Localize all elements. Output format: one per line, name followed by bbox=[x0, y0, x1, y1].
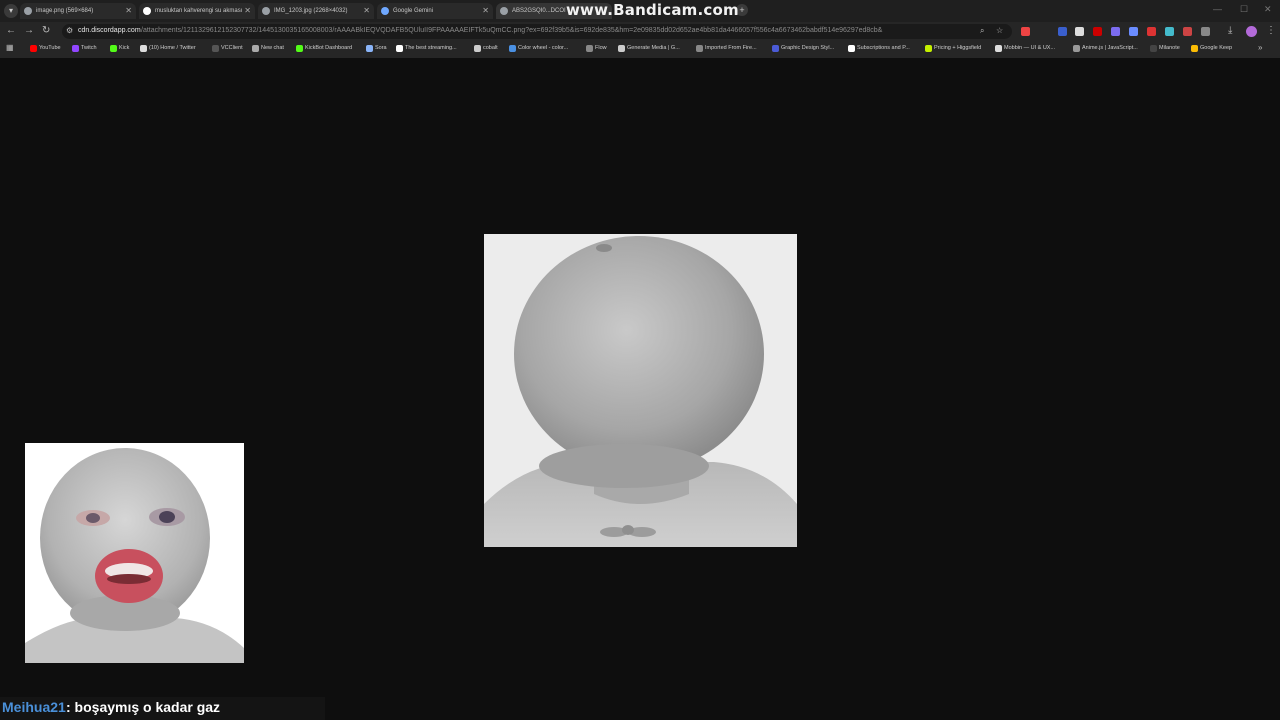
kick-icon bbox=[110, 45, 117, 52]
bookmark-item[interactable]: Mobbin — UI & UX... bbox=[995, 45, 1055, 52]
extension-icon[interactable] bbox=[1129, 27, 1138, 36]
bookmark-item[interactable]: Google Keep bbox=[1191, 45, 1232, 52]
design-icon bbox=[772, 45, 779, 52]
menu-kebab-icon[interactable]: ⋮ bbox=[1266, 25, 1276, 36]
google-keep-icon bbox=[1191, 45, 1198, 52]
chat-message-text: : boşaymış o kadar gaz bbox=[66, 699, 221, 715]
chat-icon bbox=[252, 45, 259, 52]
extension-icon[interactable] bbox=[1165, 27, 1174, 36]
subscriptions-icon bbox=[848, 45, 855, 52]
tab-title: image.png (569×684) bbox=[36, 8, 94, 14]
gemini-icon bbox=[381, 7, 389, 15]
bookmark-item[interactable]: VCClient bbox=[212, 45, 243, 52]
site-info-icon[interactable]: ⚙ bbox=[66, 26, 73, 35]
bookmark-star-icon[interactable]: ☆ bbox=[996, 26, 1003, 35]
bookmark-item[interactable]: Milanote bbox=[1150, 45, 1180, 52]
apps-grid-icon[interactable]: ▦ bbox=[6, 43, 14, 52]
bookmark-item[interactable]: Imported From Fire... bbox=[696, 45, 757, 52]
browser-toolbar: ← → ↻ ⚙ cdn.discordapp.com /attachments/… bbox=[0, 22, 1280, 41]
youtube-icon bbox=[30, 45, 37, 52]
bookmark-item[interactable]: Graphic Design Styl... bbox=[772, 45, 834, 52]
bookmark-item[interactable]: (10) Home / Twitter bbox=[140, 45, 196, 52]
bookmark-item[interactable]: New chat bbox=[252, 45, 284, 52]
extension-icon[interactable] bbox=[1021, 27, 1030, 36]
address-bar[interactable]: ⚙ cdn.discordapp.com /attachments/121132… bbox=[62, 24, 1012, 39]
bookmark-item[interactable]: Pricing + Higgsfield bbox=[925, 45, 981, 52]
browser-tab[interactable]: Google Gemini ✕ bbox=[377, 3, 493, 19]
close-tab-icon[interactable]: ✕ bbox=[244, 3, 251, 19]
reload-icon[interactable]: ↻ bbox=[42, 25, 50, 36]
browser-tab[interactable]: image.png (569×684) ✕ bbox=[20, 3, 136, 19]
milanote-icon bbox=[1150, 45, 1157, 52]
extension-icon[interactable] bbox=[1058, 27, 1067, 36]
globe-icon bbox=[24, 7, 32, 15]
tab-title: IMG_1203.jpg (2268×4032) bbox=[274, 8, 348, 14]
folder-icon bbox=[696, 45, 703, 52]
bookmark-item[interactable]: Twitch bbox=[72, 45, 97, 52]
url-host: cdn.discordapp.com bbox=[78, 27, 141, 34]
more-bookmarks-icon[interactable]: » bbox=[1258, 43, 1262, 52]
extension-icon[interactable] bbox=[1111, 27, 1120, 36]
back-icon[interactable]: ← bbox=[6, 25, 16, 36]
extension-icon[interactable] bbox=[1075, 27, 1084, 36]
color-wheel-icon bbox=[509, 45, 516, 52]
kickbot-icon bbox=[296, 45, 303, 52]
bookmarks-bar: ▦ YouTube Twitch Kick (10) Home / Twitte… bbox=[0, 41, 1280, 58]
cobalt-icon bbox=[474, 45, 481, 52]
sora-icon bbox=[366, 45, 373, 52]
animejs-icon bbox=[1073, 45, 1080, 52]
twitch-icon bbox=[72, 45, 79, 52]
tab-title: Google Gemini bbox=[393, 8, 434, 14]
bookmark-item[interactable]: The best streaming... bbox=[396, 45, 457, 52]
stream-chat-message: Meihua21 : boşaymış o kadar gaz bbox=[0, 697, 325, 720]
close-tab-icon[interactable]: ✕ bbox=[125, 3, 132, 19]
browser-tab[interactable]: musluktan kahverengi su akması ✕ bbox=[139, 3, 255, 19]
globe-icon bbox=[212, 45, 219, 52]
folder-icon bbox=[586, 45, 593, 52]
bookmark-item[interactable]: KickBot Dashboard bbox=[296, 45, 352, 52]
extension-icon[interactable] bbox=[1147, 27, 1156, 36]
extension-icon[interactable] bbox=[1183, 27, 1192, 36]
bookmark-item[interactable]: YouTube bbox=[30, 45, 61, 52]
globe-icon bbox=[262, 7, 270, 15]
bookmark-item[interactable]: Anime.js | JavaScript... bbox=[1073, 45, 1138, 52]
mobbin-icon bbox=[995, 45, 1002, 52]
bookmark-item[interactable]: Color wheel - color... bbox=[509, 45, 568, 52]
recording-watermark: www.Bandicam.com bbox=[566, 1, 739, 19]
download-icon[interactable]: ⤓ bbox=[1228, 25, 1232, 36]
x-icon bbox=[140, 45, 147, 52]
close-window-icon[interactable]: ✕ bbox=[1264, 4, 1272, 15]
profile-avatar[interactable] bbox=[1246, 26, 1257, 37]
bookmark-item[interactable]: Kick bbox=[110, 45, 129, 52]
chat-username: Meihua21 bbox=[2, 699, 66, 715]
google-icon bbox=[143, 7, 151, 15]
globe-icon bbox=[500, 7, 508, 15]
zoom-icon[interactable]: ⌕ bbox=[980, 26, 984, 36]
browser-tab[interactable]: IMG_1203.jpg (2268×4032) ✕ bbox=[258, 3, 374, 19]
bookmark-item[interactable]: Flow bbox=[586, 45, 607, 52]
bookmark-item[interactable]: cobalt bbox=[474, 45, 498, 52]
webcam-overlay bbox=[25, 443, 244, 663]
close-tab-icon[interactable]: ✕ bbox=[482, 3, 489, 19]
bookmark-item[interactable]: Subscriptions and P... bbox=[848, 45, 910, 52]
tab-title: musluktan kahverengi su akması bbox=[155, 8, 243, 14]
tab-search-button[interactable]: ▾ bbox=[4, 4, 18, 18]
media-icon bbox=[618, 45, 625, 52]
tab-title: ABS2GSQI0...DCOI bbox=[512, 8, 566, 14]
forward-icon[interactable]: → bbox=[24, 25, 34, 36]
diamond-icon bbox=[396, 45, 403, 52]
close-tab-icon[interactable]: ✕ bbox=[363, 3, 370, 19]
minimize-icon[interactable]: — bbox=[1213, 4, 1222, 14]
displayed-image[interactable] bbox=[484, 234, 797, 547]
extension-icon[interactable] bbox=[1093, 27, 1102, 36]
webcam-face-image bbox=[25, 443, 244, 663]
bookmark-item[interactable]: Generate Media | G... bbox=[618, 45, 680, 52]
higgsfield-icon bbox=[925, 45, 932, 52]
extensions-puzzle-icon[interactable] bbox=[1201, 27, 1210, 36]
url-path: /attachments/1211329612152307732/1445130… bbox=[141, 27, 883, 34]
maximize-icon[interactable]: ☐ bbox=[1240, 4, 1248, 15]
bookmark-item[interactable]: Sora bbox=[366, 45, 387, 52]
faceless-figure-image bbox=[484, 234, 797, 547]
